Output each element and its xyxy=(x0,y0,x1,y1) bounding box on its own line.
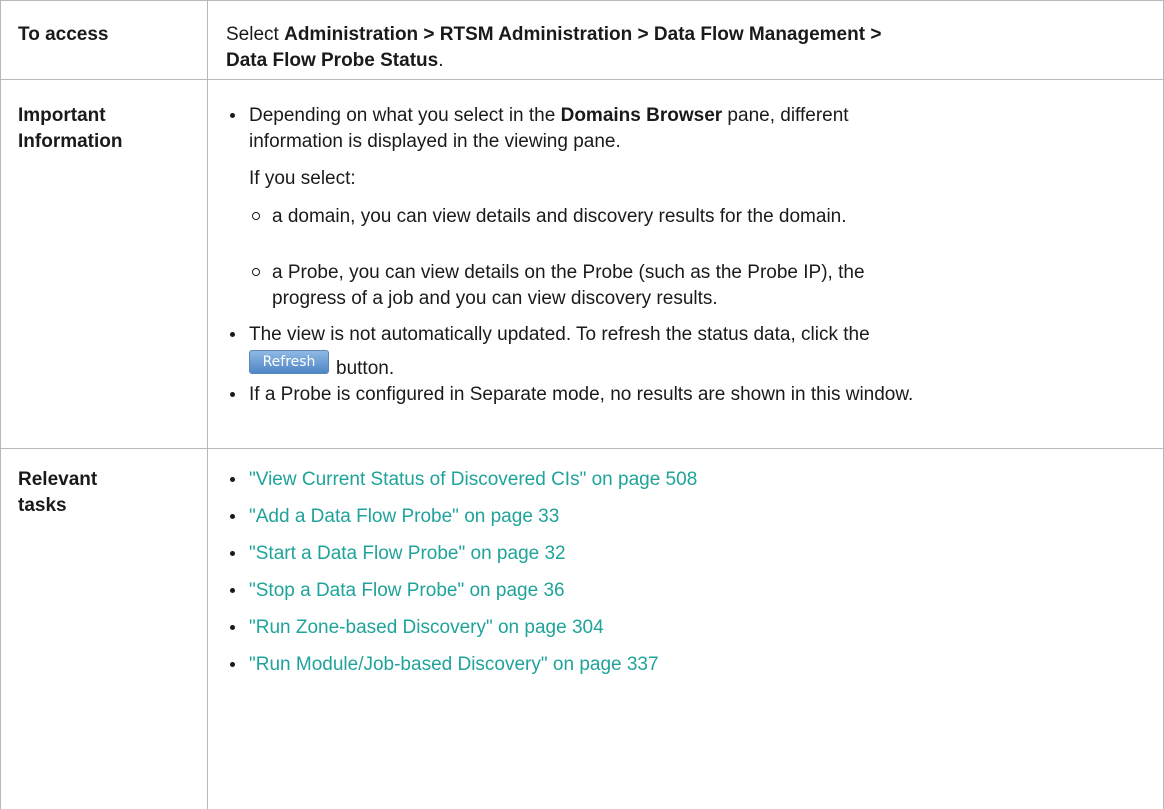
task-link[interactable]: "Run Module/Job-based Discovery" on page… xyxy=(249,652,659,677)
bullet-icon xyxy=(230,625,235,630)
row-header-to-access: To access xyxy=(18,24,109,45)
bullet-icon xyxy=(230,588,235,593)
table-border-left xyxy=(0,0,1,809)
bullet-icon xyxy=(230,551,235,556)
task-link[interactable]: "Stop a Data Flow Probe" on page 36 xyxy=(249,578,565,603)
sub-bullet-domain: a domain, you can view details and disco… xyxy=(272,206,847,227)
domains-browser-label: Domains Browser xyxy=(560,105,723,126)
task-link[interactable]: "View Current Status of Discovered CIs" … xyxy=(249,467,697,492)
important-bullet2-line2: button. xyxy=(336,358,395,379)
table-border-top xyxy=(0,0,1164,1)
bullet-icon xyxy=(230,392,235,397)
sub-bullet-probe-line1: a Probe, you can view details on the Pro… xyxy=(272,262,865,283)
task-link[interactable]: "Add a Data Flow Probe" on page 33 xyxy=(249,504,559,529)
if-you-select-text: If you select: xyxy=(249,168,356,189)
row-header-important-line2: Information xyxy=(18,131,123,152)
access-text-line2: Data Flow Probe Status. xyxy=(226,50,444,71)
task-link[interactable]: "Start a Data Flow Probe" on page 32 xyxy=(249,541,566,566)
column-divider xyxy=(207,0,208,809)
sub-bullet-icon xyxy=(252,212,260,220)
bullet-icon xyxy=(230,113,235,118)
bullet-icon xyxy=(230,477,235,482)
row-header-relevant-tasks-line1: Relevant xyxy=(18,469,98,490)
important-bullet1-line2: information is displayed in the viewing … xyxy=(249,131,621,152)
important-bullet1-line1: Depending on what you select in the Doma… xyxy=(249,105,849,126)
row-header-relevant-tasks-line2: tasks xyxy=(18,495,67,516)
access-menu-path-end: Data Flow Probe Status xyxy=(226,50,439,71)
task-link[interactable]: "Run Zone-based Discovery" on page 304 xyxy=(249,615,604,640)
bullet-icon xyxy=(230,514,235,519)
access-menu-path: Administration > RTSM Administration > D… xyxy=(284,24,882,45)
important-bullet2-line1: The view is not automatically updated. T… xyxy=(249,324,870,345)
access-select-text: Select xyxy=(226,24,285,45)
row-divider xyxy=(0,448,1164,449)
sub-bullet-probe-line2: progress of a job and you can view disco… xyxy=(272,288,718,309)
sub-bullet-icon xyxy=(252,268,260,276)
info-table: To access Select Administration > RTSM A… xyxy=(0,0,1164,809)
access-text-line1: Select Administration > RTSM Administrat… xyxy=(226,22,881,47)
bullet-icon xyxy=(230,662,235,667)
row-header-important-line1: Important xyxy=(18,105,106,126)
bullet-icon xyxy=(230,332,235,337)
row-divider xyxy=(0,79,1164,80)
refresh-button[interactable]: Refresh xyxy=(249,350,329,374)
important-bullet3: If a Probe is configured in Separate mod… xyxy=(249,384,914,405)
